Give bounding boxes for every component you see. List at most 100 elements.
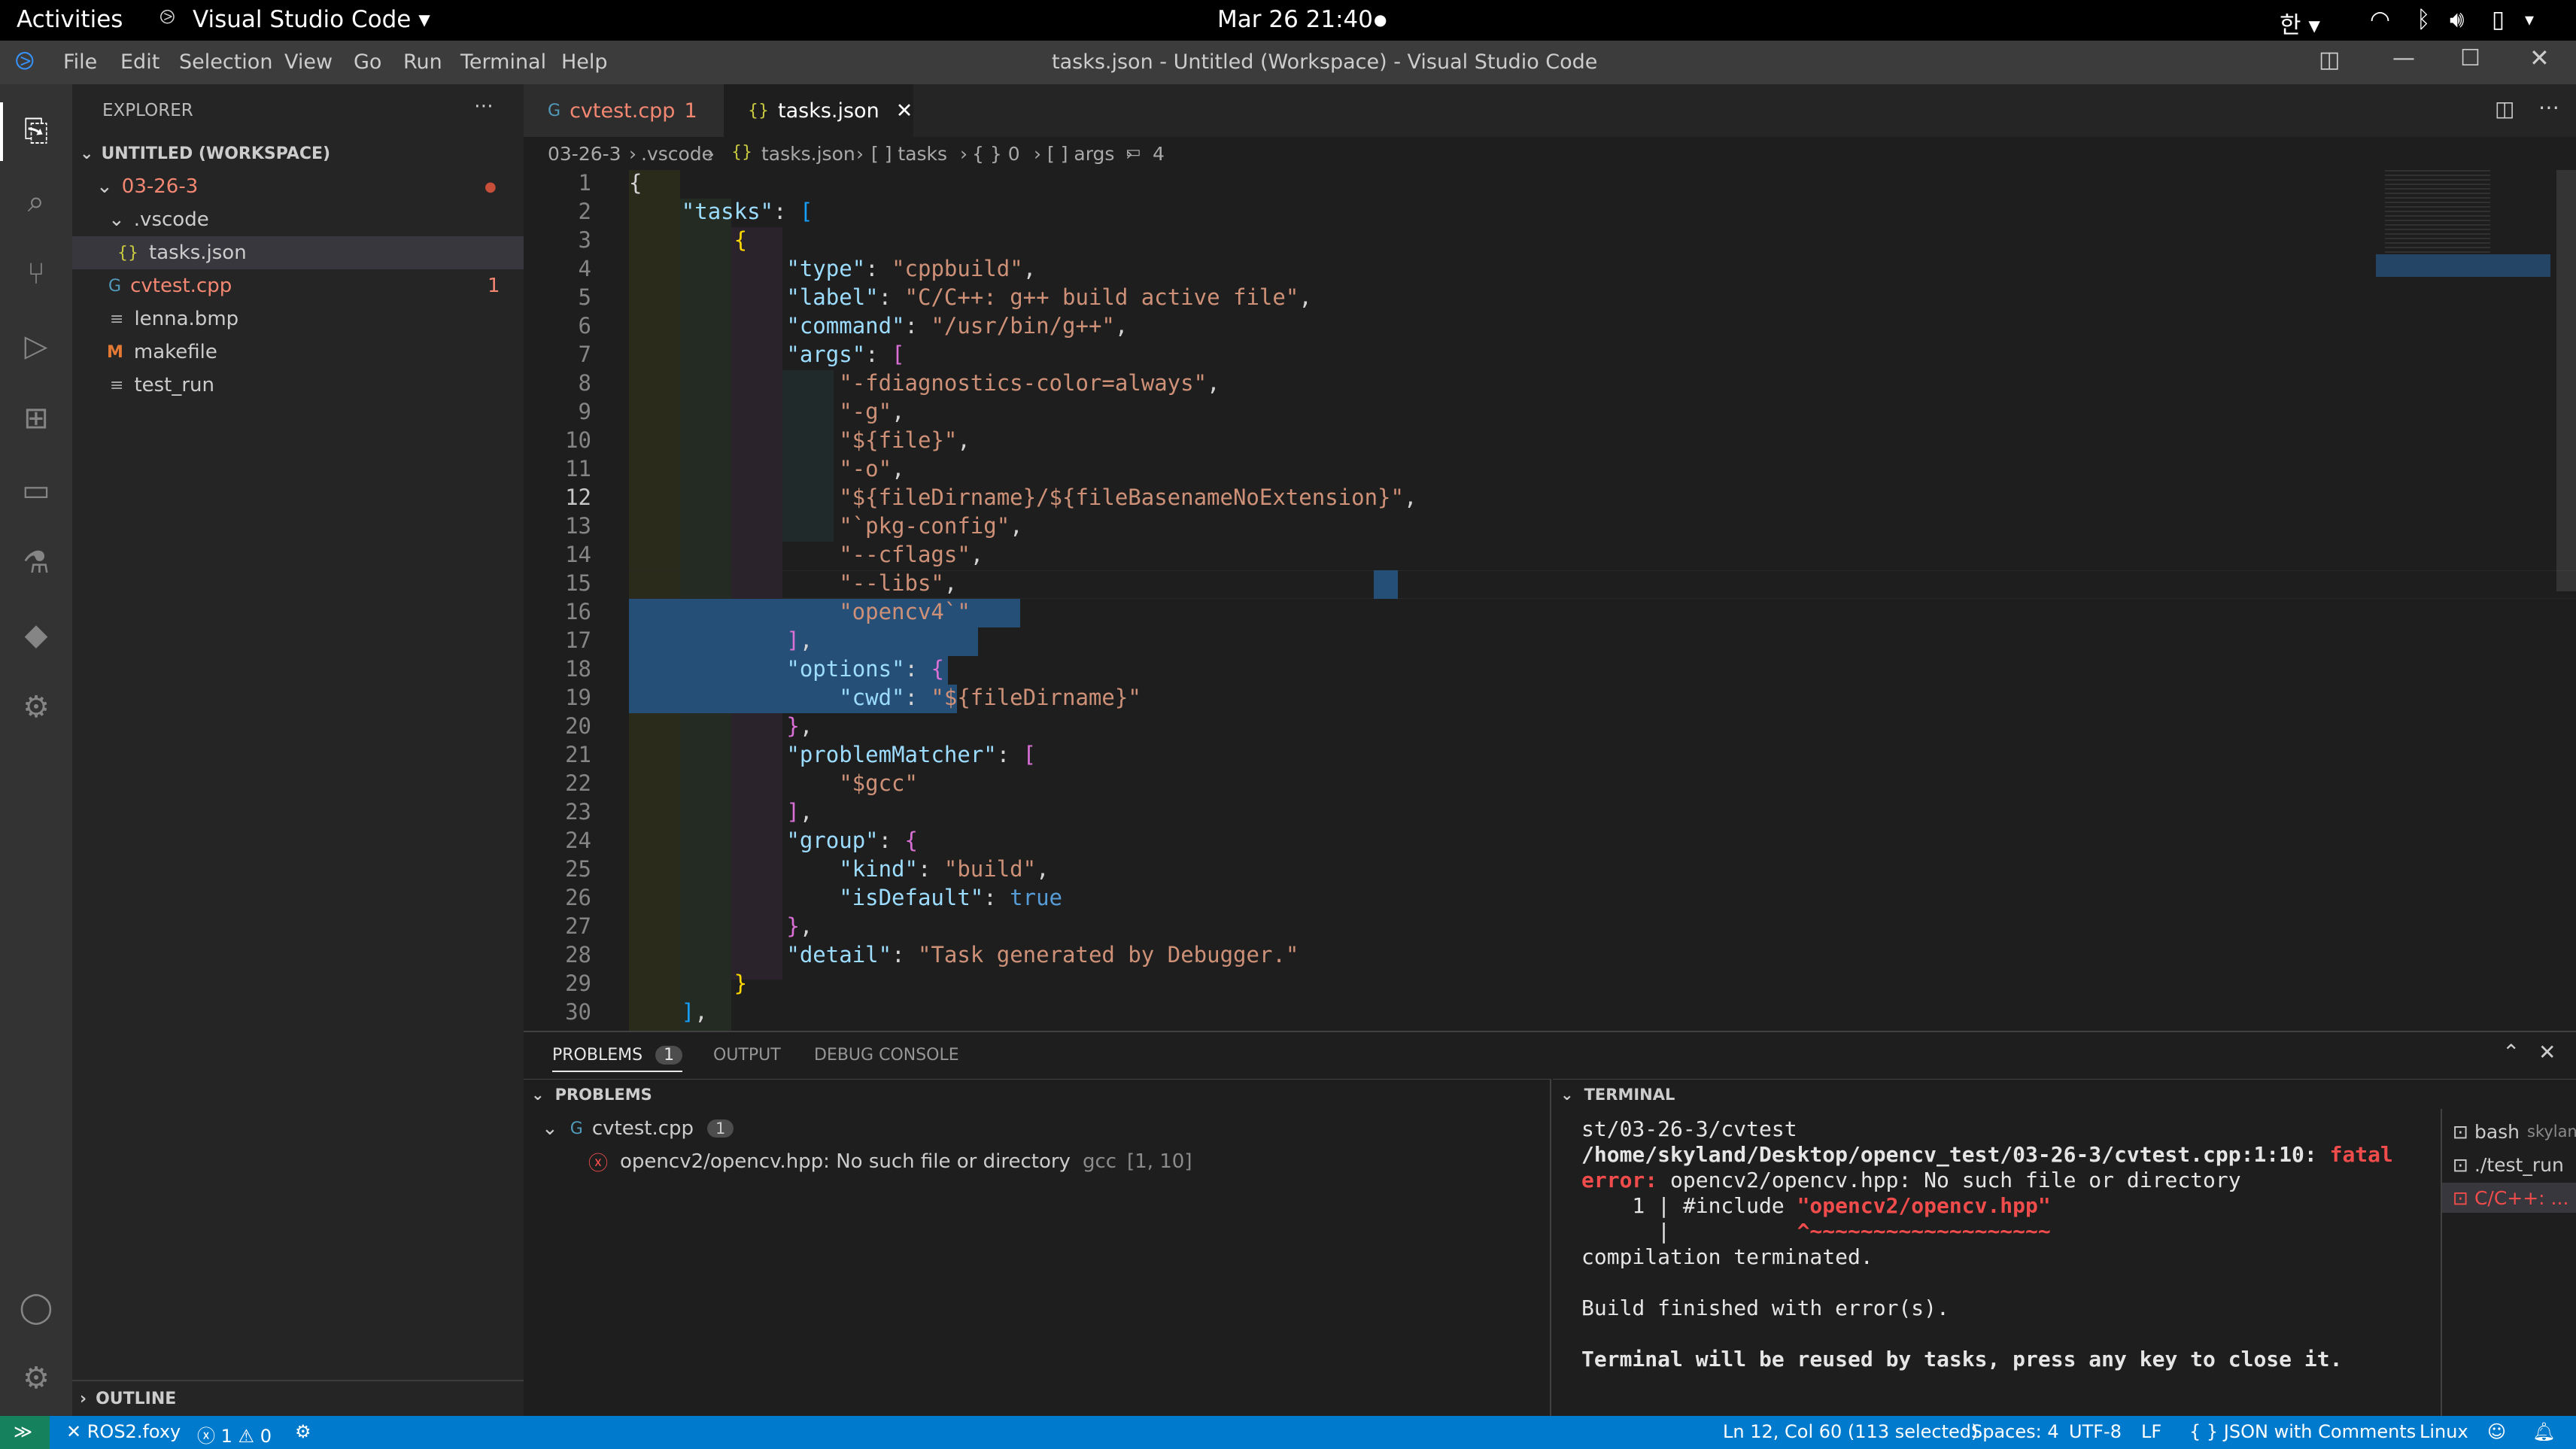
- breadcrumb-args[interactable]: [ ] args: [1047, 143, 1114, 165]
- system-menu-chevron-icon[interactable]: ▾: [2525, 9, 2534, 30]
- cursor-position[interactable]: Ln 12, Col 60 (113 selected): [1723, 1421, 1978, 1442]
- notifications-bell-icon[interactable]: 🔔︎: [2532, 1421, 2555, 1442]
- breadcrumb-vscode[interactable]: .vscode: [641, 143, 713, 165]
- line-number[interactable]: 17: [524, 627, 591, 653]
- problems-section-header[interactable]: ⌄ PROBLEMS: [524, 1079, 1551, 1109]
- line-number[interactable]: 7: [524, 342, 591, 367]
- line-number[interactable]: 29: [524, 971, 591, 996]
- outline-section-header[interactable]: › OUTLINE: [72, 1380, 524, 1416]
- split-editor-icon[interactable]: ◫: [2495, 96, 2514, 121]
- feedback-icon[interactable]: ☺: [2487, 1421, 2506, 1442]
- explorer-files-icon[interactable]: ⎘: [15, 110, 57, 152]
- file-lenna-bmp[interactable]: ≡ lenna.bmp: [72, 302, 524, 336]
- line-number[interactable]: 11: [524, 456, 591, 481]
- tab-problems[interactable]: PROBLEMS 1: [552, 1046, 683, 1072]
- terminal-tab-cpp-build[interactable]: ⊡ C/C++: ... ⓧ: [2442, 1183, 2576, 1213]
- language-mode[interactable]: { } JSON with Comments: [2189, 1421, 2416, 1442]
- run-status-icon[interactable]: ⚙: [295, 1421, 311, 1442]
- workspace-header[interactable]: ⌄ UNTITLED (WORKSPACE): [72, 137, 524, 170]
- explorer-more-actions-icon[interactable]: ⋯: [474, 95, 494, 117]
- extensions-icon[interactable]: ⊞: [15, 397, 57, 439]
- close-tab-icon[interactable]: ✕: [896, 99, 913, 123]
- vertical-scrollbar[interactable]: [2556, 170, 2576, 591]
- breadcrumb-tasks[interactable]: [ ] tasks: [871, 143, 947, 165]
- minimize-icon[interactable]: —: [2392, 45, 2415, 71]
- line-number[interactable]: 30: [524, 999, 591, 1025]
- terminal-tab-bash[interactable]: ⊡ bash skyland: [2442, 1116, 2576, 1147]
- ros-icon[interactable]: ⚙: [15, 686, 57, 728]
- line-number[interactable]: 9: [524, 399, 591, 424]
- terminal-section-header[interactable]: ⌄ TERMINAL: [1553, 1079, 2576, 1109]
- file-test-run[interactable]: ≡ test_run: [72, 369, 524, 402]
- line-number[interactable]: 1: [524, 170, 591, 196]
- menu-edit[interactable]: Edit: [120, 50, 159, 74]
- line-number[interactable]: 18: [524, 656, 591, 682]
- folder-vscode[interactable]: ⌄ .vscode: [72, 203, 524, 236]
- account-icon[interactable]: ◯: [15, 1286, 57, 1329]
- ros-remote-item[interactable]: ✕ ROS2.foxy: [66, 1421, 181, 1442]
- close-window-icon[interactable]: ✕: [2529, 44, 2550, 72]
- minimap[interactable]: [2385, 170, 2490, 253]
- os-indicator[interactable]: Linux: [2420, 1421, 2468, 1442]
- line-number[interactable]: 19: [524, 685, 591, 710]
- file-tasks-json[interactable]: {} tasks.json: [72, 236, 524, 269]
- maximize-panel-icon[interactable]: ⌃: [2502, 1040, 2520, 1065]
- line-number[interactable]: 6: [524, 313, 591, 339]
- maximize-icon[interactable]: ☐: [2460, 45, 2480, 71]
- ime-indicator[interactable]: 한 ▾: [2280, 6, 2320, 40]
- menu-selection[interactable]: Selection: [179, 50, 272, 74]
- line-number[interactable]: 10: [524, 427, 591, 453]
- close-panel-icon[interactable]: ✕: [2538, 1040, 2556, 1065]
- line-number[interactable]: 12: [524, 485, 591, 510]
- menu-terminal[interactable]: Terminal: [460, 50, 546, 74]
- line-number[interactable]: 23: [524, 799, 591, 825]
- line-number[interactable]: 8: [524, 370, 591, 396]
- source-control-icon[interactable]: ⑂: [15, 253, 57, 295]
- wifi-icon[interactable]: ◠: [2370, 6, 2390, 33]
- activities-button[interactable]: Activities: [17, 6, 123, 33]
- folder-03-26-3[interactable]: ⌄ 03-26-3 ●: [72, 170, 524, 203]
- problem-file-row[interactable]: ⌄ G cvtest.cpp 1: [524, 1112, 1551, 1145]
- line-number[interactable]: 21: [524, 742, 591, 767]
- testing-flask-icon[interactable]: ⚗: [15, 542, 57, 584]
- app-menu-button[interactable]: Visual Studio Code ▾: [193, 6, 430, 33]
- line-number[interactable]: 24: [524, 828, 591, 853]
- file-cvtest-cpp[interactable]: G cvtest.cpp 1: [72, 269, 524, 302]
- manage-gear-icon[interactable]: ⚙: [15, 1357, 57, 1399]
- customize-layout-icon[interactable]: ◫: [2319, 47, 2340, 73]
- terminal-output[interactable]: st/03-26-3/cvtest /home/skyland/Desktop/…: [1581, 1116, 2439, 1417]
- end-of-line[interactable]: LF: [2141, 1421, 2161, 1442]
- indentation[interactable]: Spaces: 4: [1971, 1421, 2059, 1442]
- tab-debug-console[interactable]: DEBUG CONSOLE: [814, 1046, 959, 1065]
- python-icon[interactable]: ◆: [15, 614, 57, 656]
- line-number[interactable]: 16: [524, 599, 591, 624]
- line-number[interactable]: 25: [524, 856, 591, 882]
- menu-run[interactable]: Run: [403, 50, 442, 74]
- breadcrumb-folder[interactable]: 03-26-3: [548, 143, 621, 165]
- line-number[interactable]: 20: [524, 713, 591, 739]
- file-makefile[interactable]: M makefile: [72, 336, 524, 369]
- line-number[interactable]: 27: [524, 913, 591, 939]
- line-number[interactable]: 5: [524, 284, 591, 310]
- line-number[interactable]: 4: [524, 256, 591, 281]
- breadcrumb-file[interactable]: tasks.json: [761, 143, 855, 165]
- volume-icon[interactable]: 🔊︎: [2450, 6, 2465, 34]
- line-number[interactable]: 26: [524, 885, 591, 910]
- terminal-tab-test-run[interactable]: ⊡ ./test_run: [2442, 1150, 2576, 1180]
- editor-more-actions-icon[interactable]: ⋯: [2538, 95, 2559, 120]
- menu-go[interactable]: Go: [354, 50, 381, 74]
- run-debug-icon[interactable]: ▷: [15, 325, 57, 367]
- line-number[interactable]: 22: [524, 770, 591, 796]
- line-number[interactable]: 15: [524, 570, 591, 596]
- line-number[interactable]: 14: [524, 542, 591, 567]
- search-icon[interactable]: ⌕: [15, 181, 57, 223]
- clock[interactable]: Mar 26 21:40: [1217, 6, 1373, 33]
- encoding[interactable]: UTF-8: [2069, 1421, 2122, 1442]
- tab-tasks-json[interactable]: {} tasks.json ✕: [724, 84, 913, 137]
- menu-help[interactable]: Help: [561, 50, 608, 74]
- breadcrumb-index[interactable]: 4: [1153, 143, 1165, 165]
- tab-output[interactable]: OUTPUT: [713, 1046, 781, 1065]
- menu-view[interactable]: View: [284, 50, 333, 74]
- code-editor[interactable]: 1{2 "tasks": [3{4 "type": "cppbuild", 5 "lab…: [524, 170, 2576, 1031]
- line-number[interactable]: 13: [524, 513, 591, 539]
